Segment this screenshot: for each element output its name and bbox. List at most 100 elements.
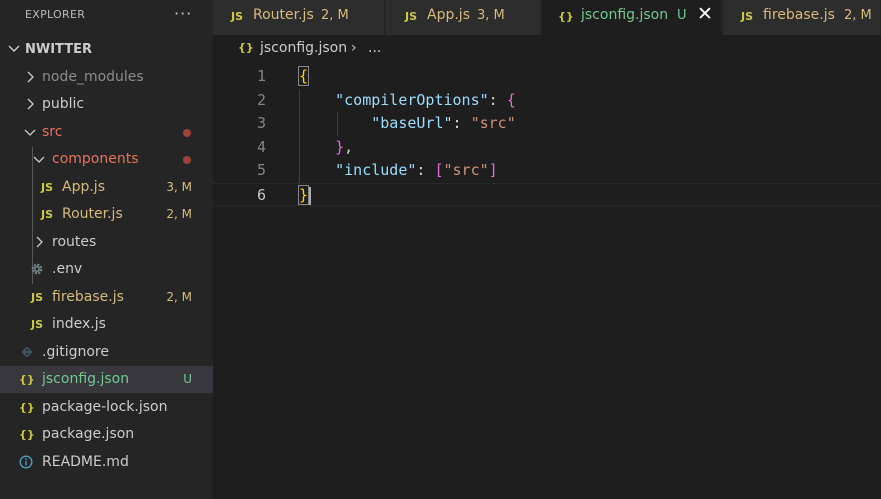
tab-git-status: 2, M (321, 8, 349, 23)
tree-item-router-js[interactable]: JS Router.js 2, M (0, 201, 213, 228)
code-token: { (297, 66, 310, 86)
gear-icon (31, 263, 43, 275)
code-line: 4 }, (213, 136, 881, 160)
js-file-icon: JS (31, 318, 44, 331)
tree-item-label: package-lock.json (42, 399, 168, 415)
tree-item-node-modules[interactable]: node_modules (0, 64, 213, 91)
tree-item-label: Router.js (62, 206, 123, 222)
code-token: "baseUrl" (371, 114, 453, 132)
tree-item-firebase-js[interactable]: JS firebase.js 2, M (0, 284, 213, 311)
line-number: 6 (256, 185, 266, 204)
code-token: "src" (443, 161, 489, 179)
json-file-icon: {} (558, 10, 574, 23)
code-token: } (335, 137, 345, 156)
explorer-header: EXPLORER ··· (0, 0, 213, 32)
chevron-right-icon (27, 98, 34, 110)
code-line: 2 "compilerOptions": { (213, 89, 881, 113)
tab-label: Router.js (253, 7, 314, 23)
tab-jsconfig-json[interactable]: {} jsconfig.json U ✕ (542, 0, 722, 35)
problem-dot-badge (183, 156, 191, 164)
js-file-icon: JS (31, 291, 44, 304)
code-token: "compilerOptions" (335, 90, 489, 109)
tab-label: firebase.js (763, 7, 835, 23)
more-actions-button[interactable]: ··· (174, 4, 192, 23)
tab-git-status: U (677, 8, 687, 23)
tree-item-label: components (52, 151, 139, 167)
line-number: 4 (256, 137, 266, 156)
breadcrumb: {} jsconfig.json › ... (213, 35, 881, 65)
tree-item-jsconfig-json[interactable]: {} jsconfig.json U (0, 366, 213, 393)
tree-item-label: App.js (62, 179, 105, 195)
tree-item-label: package.json (42, 426, 135, 442)
code-token: : (488, 90, 507, 109)
code-token: { (506, 90, 516, 109)
js-file-icon: JS (41, 208, 54, 221)
code-token: , (344, 137, 354, 156)
project-name: NWITTER (25, 42, 92, 57)
tree-item-env[interactable]: .env (0, 256, 213, 283)
tree-item-gitignore[interactable]: .gitignore (0, 339, 213, 366)
text-cursor (309, 186, 311, 205)
js-file-icon: JS (41, 181, 54, 194)
code-line-current: 6 } (213, 182, 881, 206)
tree-item-components[interactable]: components (0, 146, 213, 173)
breadcrumb-file[interactable]: jsconfig.json (260, 40, 347, 56)
code-token: [ (434, 161, 444, 179)
tree-item-routes[interactable]: routes (0, 229, 213, 256)
tab-label: jsconfig.json (581, 7, 669, 23)
explorer-title: EXPLORER (25, 8, 86, 21)
explorer-sidebar: EXPLORER ··· NWITTER node_modules public… (0, 0, 213, 499)
tab-app-js[interactable]: JS App.js 3, M (386, 0, 541, 35)
tree-item-package-lock-json[interactable]: {} package-lock.json (0, 394, 213, 421)
tree-item-label: index.js (52, 316, 106, 332)
tab-router-js[interactable]: JS Router.js 2, M (213, 0, 385, 35)
git-icon (21, 346, 33, 358)
breadcrumb-symbols[interactable]: ... (368, 40, 381, 56)
line-number: 3 (256, 114, 266, 132)
tree-item-label: jsconfig.json (42, 371, 130, 387)
tree-item-label: public (42, 96, 85, 112)
tree-item-package-json[interactable]: {} package.json (0, 421, 213, 448)
code-token: } (297, 184, 310, 205)
editor-tab-bar: JS Router.js 2, M JS App.js 3, M {} jsco… (213, 0, 881, 35)
close-tab-button[interactable]: ✕ (697, 3, 713, 25)
project-root-folder[interactable]: NWITTER (0, 38, 213, 62)
code-line: 3 "baseUrl": "src" (213, 112, 881, 136)
code-token: ] (488, 161, 498, 179)
code-token: "src" (470, 114, 516, 132)
tab-git-status: 2, M (844, 8, 872, 23)
tree-item-label: README.md (42, 454, 129, 470)
json-file-icon: {} (19, 373, 35, 386)
code-line: 5 "include": ["src"] (213, 159, 881, 183)
git-status-badge: 3, M (166, 180, 192, 194)
tree-item-src[interactable]: src (0, 119, 213, 146)
tree-item-app-js[interactable]: JS App.js 3, M (0, 174, 213, 201)
tree-item-label: firebase.js (52, 289, 124, 305)
tree-item-label: .gitignore (42, 344, 109, 360)
js-file-icon: JS (231, 10, 244, 23)
tree-item-label: .env (52, 261, 83, 277)
chevron-down-icon (33, 156, 45, 163)
line-number: 5 (256, 161, 266, 179)
json-file-icon: {} (19, 401, 35, 414)
tree-item-public[interactable]: public (0, 91, 213, 118)
json-file-icon: {} (238, 41, 254, 54)
code-editor[interactable]: 1 { 2 "compilerOptions": { 3 "baseUrl": … (213, 65, 881, 499)
line-number: 2 (256, 90, 266, 109)
tab-firebase-js[interactable]: JS firebase.js 2, M (723, 0, 881, 35)
chevron-down-icon (24, 129, 36, 136)
chevron-right-icon (27, 71, 34, 83)
chevron-right-icon (36, 236, 43, 248)
line-number: 1 (256, 67, 266, 85)
git-status-badge: 2, M (166, 207, 192, 221)
tab-label: App.js (427, 7, 470, 23)
json-file-icon: {} (19, 428, 35, 441)
code-token: : (452, 114, 471, 132)
tree-item-index-js[interactable]: JS index.js (0, 311, 213, 338)
tree-item-readme-md[interactable]: README.md (0, 449, 213, 476)
code-token: "include" (335, 161, 417, 179)
js-file-icon: JS (741, 10, 754, 23)
js-file-icon: JS (405, 10, 418, 23)
chevron-down-icon (8, 45, 20, 52)
git-status-badge: U (183, 372, 192, 386)
